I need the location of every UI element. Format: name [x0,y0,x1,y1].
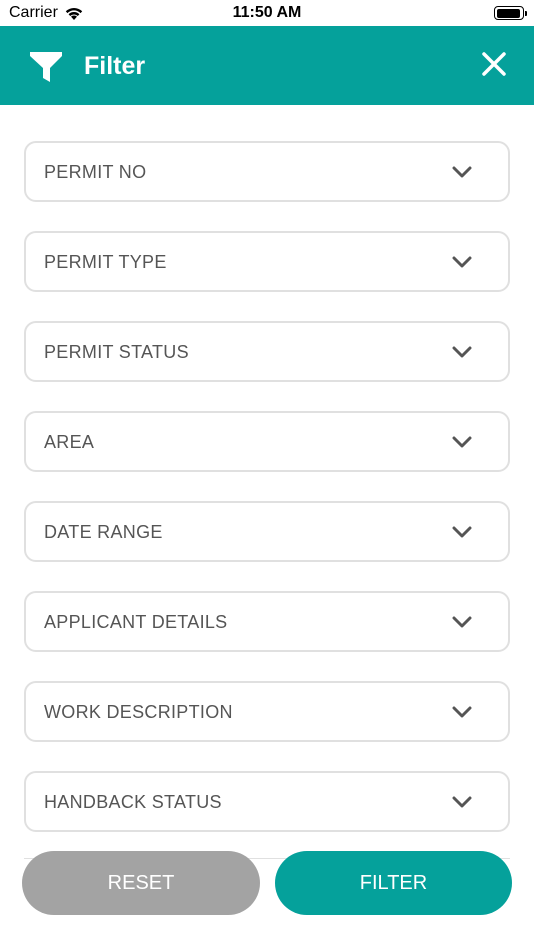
filter-label: PERMIT STATUS [44,342,189,362]
permit-no-dropdown[interactable]: PERMIT NO [24,141,510,202]
chevron-down-icon [452,616,472,628]
handback-status-dropdown[interactable]: HANDBACK STATUS [24,771,510,832]
chevron-down-icon [452,526,472,538]
close-icon[interactable] [480,50,508,78]
chevron-down-icon [452,166,472,178]
filter-label: AREA [44,432,95,452]
status-bar: Carrier 11:50 AM [0,0,534,26]
applicant-details-dropdown[interactable]: APPLICANT DETAILS [24,591,510,652]
chevron-down-icon [452,706,472,718]
permit-type-dropdown[interactable]: PERMIT TYPE [24,231,510,292]
work-description-dropdown[interactable]: WORK DESCRIPTION [24,681,510,742]
filter-label: WORK DESCRIPTION [44,702,233,722]
filter-funnel-icon [30,52,62,82]
filter-header: Filter [0,26,534,105]
battery-icon [494,6,527,20]
apply-filter-button[interactable]: FILTER [275,851,512,915]
chevron-down-icon [452,256,472,268]
chevron-down-icon [452,346,472,358]
filter-list: PERMIT NO PERMIT TYPE PERMIT STATUS AREA… [24,141,510,861]
reset-button[interactable]: RESET [22,851,260,915]
status-time: 11:50 AM [232,4,302,21]
page-title: Filter [84,52,146,80]
area-dropdown[interactable]: AREA [24,411,510,472]
filter-label: APPLICANT DETAILS [44,612,228,632]
filter-label: DATE RANGE [44,522,163,542]
chevron-down-icon [452,436,472,448]
permit-status-dropdown[interactable]: PERMIT STATUS [24,321,510,382]
filter-label: HANDBACK STATUS [44,792,222,812]
filter-label: PERMIT NO [44,162,147,182]
date-range-dropdown[interactable]: DATE RANGE [24,501,510,562]
chevron-down-icon [452,796,472,808]
filter-label: PERMIT TYPE [44,252,167,272]
